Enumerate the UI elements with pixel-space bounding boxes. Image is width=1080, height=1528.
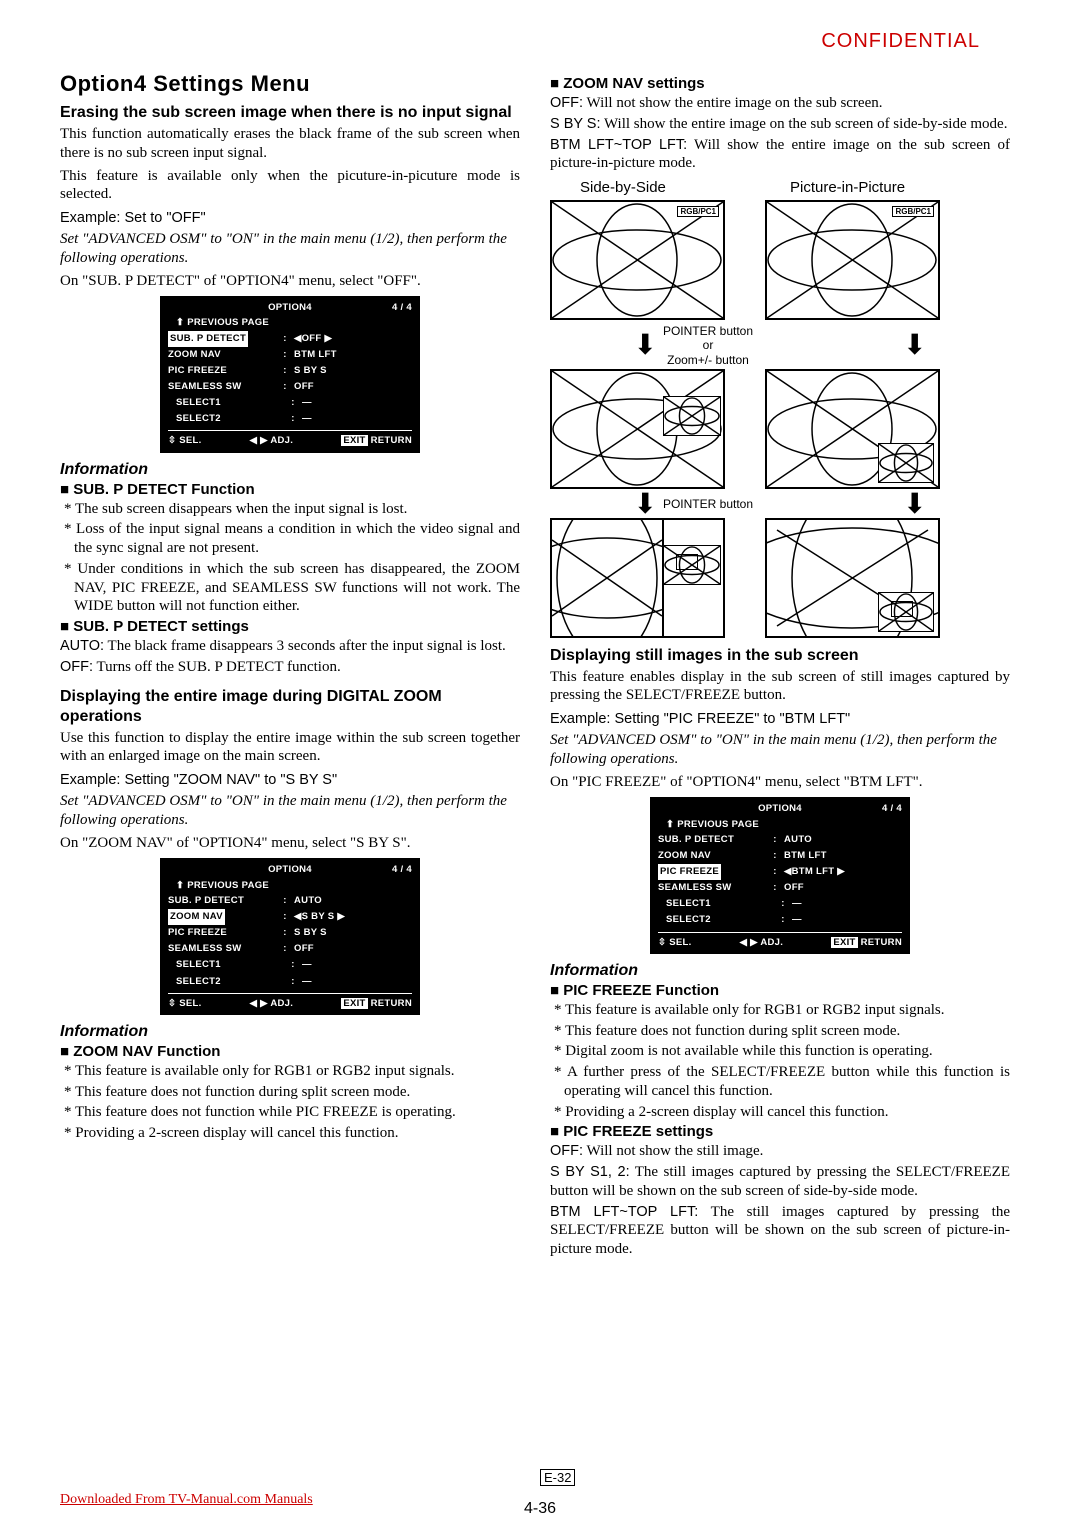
section1-p2: This feature is available only when the … — [60, 167, 520, 205]
diagram-block: Side-by-Side Picture-in-Picture RGB/PC1 — [550, 179, 1010, 638]
confidential-label: CONFIDENTIAL — [60, 30, 980, 53]
section1-ital: Set "ADVANCED OSM" to "ON" in the main m… — [60, 230, 520, 268]
info1-b2: * Loss of the input signal means a condi… — [60, 520, 520, 558]
diagram-tv-5 — [550, 518, 725, 638]
diagram-tv-4 — [765, 369, 940, 489]
info1-b3: * Under conditions in which the sub scre… — [60, 560, 520, 616]
columns: Option4 Settings Menu Erasing the sub sc… — [60, 71, 1020, 1261]
section2-ital: Set "ADVANCED OSM" to "ON" in the main m… — [60, 792, 520, 830]
osd1-title: OPTION4 — [268, 302, 312, 313]
section2-p1: Use this function to display the entire … — [60, 729, 520, 767]
info3-h2: PIC FREEZE settings — [550, 1123, 1010, 1140]
down-arrow-icon: ⬇ — [634, 493, 657, 515]
osd1-prev: ⬆ PREVIOUS PAGE — [168, 315, 412, 330]
osd1-page: 4 / 4 — [392, 300, 412, 315]
down-arrow-icon: ⬇ — [903, 334, 926, 356]
section2-example: Example: Setting "ZOOM NAV" to "S BY S" — [60, 772, 520, 788]
page-number-e: E-32 — [540, 1469, 575, 1486]
diag-pip-label: Picture-in-Picture — [790, 179, 905, 196]
diagram-tv-2: RGB/PC1 — [765, 200, 940, 320]
osd-menu-1: OPTION4 4 / 4 ⬆ PREVIOUS PAGE SUB. P DETE… — [160, 296, 420, 452]
info1-b1: * The sub screen disappears when the inp… — [60, 500, 520, 519]
osd-menu-2: OPTION44 / 4 ⬆ PREVIOUS PAGE SUB. P DETE… — [160, 858, 420, 1014]
info2-heading: Information — [60, 1023, 520, 1041]
zoomnav-settings-h: ZOOM NAV settings — [550, 75, 1010, 92]
diagram-tv-6 — [765, 518, 940, 638]
off-label: OFF: — [60, 659, 93, 675]
rgb-tag: RGB/PC1 — [677, 206, 719, 217]
info1-h1: SUB. P DETECT Function — [60, 481, 520, 498]
section1-p3: On "SUB. P DETECT" of "OPTION4" menu, se… — [60, 272, 520, 291]
info1-h2: SUB. P DETECT settings — [60, 618, 520, 635]
diagram-tv-3 — [550, 369, 725, 489]
arrow1-label: POINTER button or Zoom+/- button — [663, 324, 753, 367]
info3-heading: Information — [550, 962, 1010, 980]
right-column: ZOOM NAV settings OFF: Will not show the… — [550, 71, 1010, 1261]
page: CONFIDENTIAL Option4 Settings Menu Erasi… — [0, 0, 1080, 1528]
down-arrow-icon: ⬇ — [634, 334, 657, 356]
section1-example: Example: Set to "OFF" — [60, 210, 520, 226]
osd-menu-3: OPTION44 / 4 ⬆ PREVIOUS PAGE SUB. P DETE… — [650, 797, 910, 953]
info3-h1: PIC FREEZE Function — [550, 982, 1010, 999]
left-column: Option4 Settings Menu Erasing the sub sc… — [60, 71, 520, 1261]
page-number-436: 4-36 — [0, 1500, 1080, 1518]
down-arrow-icon: ⬇ — [903, 493, 926, 515]
diag-sbs-label: Side-by-Side — [550, 179, 790, 196]
osd1-subp-label: SUB. P DETECT — [168, 331, 248, 347]
section2-title: Displaying the entire image during DIGIT… — [60, 687, 520, 727]
osd1-subp-val: ◀OFF ▶ — [292, 331, 412, 347]
section1-p1: This function automatically erases the b… — [60, 125, 520, 163]
section1-title: Erasing the sub screen image when there … — [60, 103, 520, 123]
section2-p2: On "ZOOM NAV" of "OPTION4" menu, select … — [60, 834, 520, 853]
auto-label: AUTO: — [60, 638, 104, 654]
info1-heading: Information — [60, 461, 520, 479]
info2-h1: ZOOM NAV Function — [60, 1043, 520, 1060]
section3-title: Displaying still images in the sub scree… — [550, 646, 1010, 666]
diagram-tv-1: RGB/PC1 — [550, 200, 725, 320]
main-title: Option4 Settings Menu — [60, 71, 520, 97]
